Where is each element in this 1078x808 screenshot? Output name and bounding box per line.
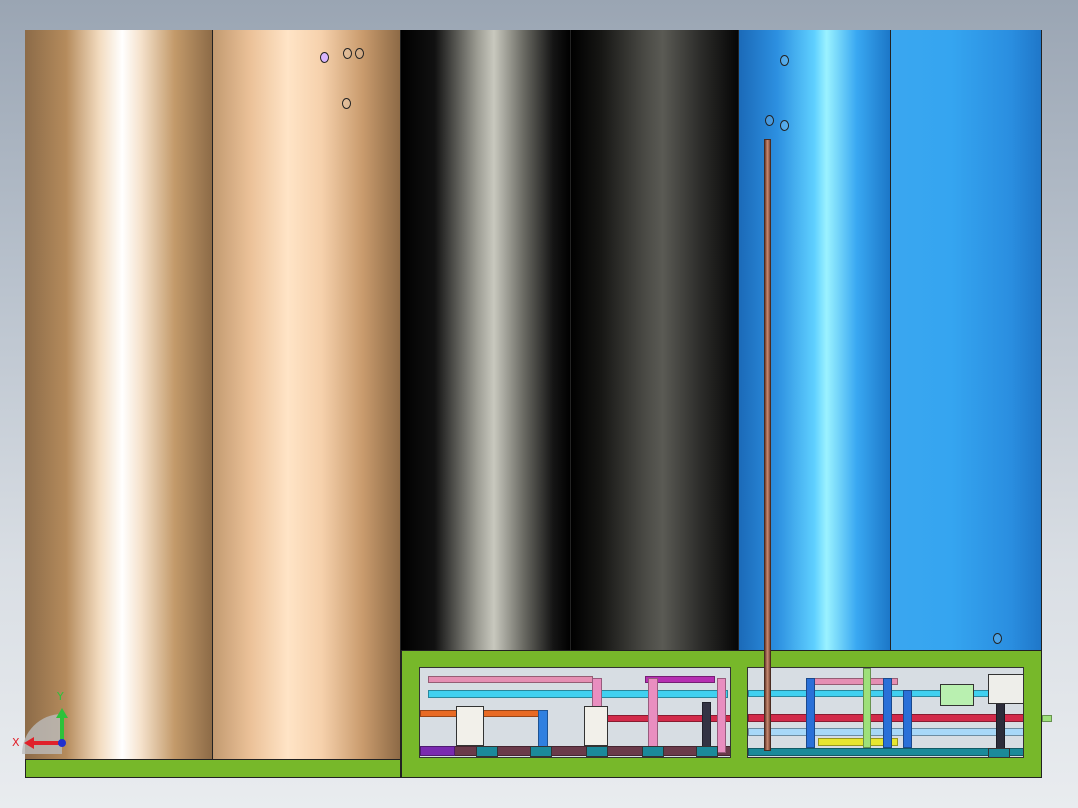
pipe-segment [428, 676, 593, 683]
outlet-stub [1042, 715, 1052, 722]
pipe-segment [428, 690, 728, 698]
port-hole [355, 48, 364, 59]
port-hole [320, 52, 329, 63]
port-hole [780, 120, 789, 131]
x-axis-label: X [12, 736, 20, 749]
black-tank-right[interactable] [571, 30, 739, 650]
pipe-fitting [988, 748, 1010, 757]
pipe-segment [420, 746, 730, 756]
pipe-fitting [530, 746, 552, 757]
piping-module-right[interactable] [747, 667, 1024, 758]
pump-unit [940, 684, 974, 706]
port-hole [780, 55, 789, 66]
pipe-segment [748, 748, 1023, 756]
pipe-fitting [696, 746, 718, 757]
y-axis-label: Y [56, 690, 64, 703]
riser-pipe [702, 702, 711, 750]
port-hole [343, 48, 352, 59]
copper-tank-right[interactable] [213, 30, 401, 759]
riser-pipe [648, 678, 658, 753]
y-axis-head [56, 708, 68, 718]
riser-pipe [863, 668, 871, 748]
pipe-fitting [476, 746, 498, 757]
copper-tank-left[interactable] [25, 30, 213, 759]
base-strip [25, 759, 401, 778]
riser-pipe [717, 678, 726, 753]
z-axis-dot [58, 739, 66, 747]
cad-viewport[interactable]: Y X [0, 0, 1078, 808]
port-hole [993, 633, 1002, 644]
dip-tube [764, 139, 771, 751]
pipe-fitting [586, 746, 608, 757]
piping-module-left[interactable] [419, 667, 731, 758]
tank-assembly[interactable] [25, 30, 1052, 778]
riser-pipe [806, 678, 815, 748]
axis-triad: Y X [12, 690, 68, 754]
pipe-segment [420, 746, 455, 756]
port-hole [342, 98, 351, 109]
pipe-fitting [642, 746, 664, 757]
blue-tank-left[interactable] [739, 30, 891, 650]
pump-unit [988, 674, 1023, 704]
triad-backdrop [22, 714, 62, 754]
valve-housing [584, 706, 608, 746]
riser-pipe [883, 678, 892, 748]
blue-tank-right[interactable] [891, 30, 1042, 650]
riser-pipe [538, 710, 548, 750]
black-tank-left[interactable] [401, 30, 571, 650]
valve-housing [456, 706, 484, 746]
riser-pipe [903, 690, 912, 748]
pipe-segment [600, 715, 730, 722]
port-hole [765, 115, 774, 126]
riser-pipe [996, 698, 1005, 750]
